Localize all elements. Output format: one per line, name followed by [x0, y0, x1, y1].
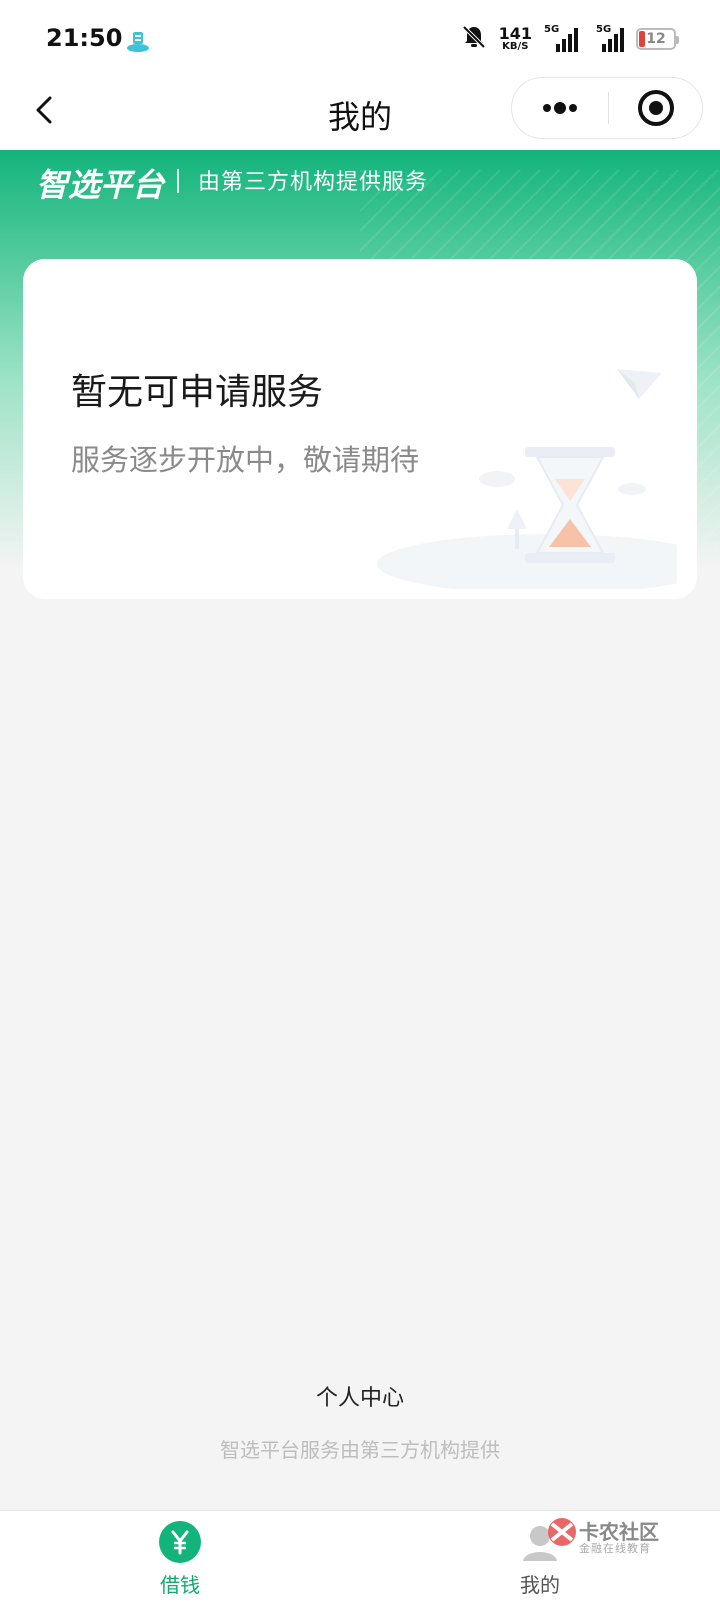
footer-title: 个人中心 — [315, 1386, 404, 1411]
network-speed-value: 141 — [498, 24, 532, 43]
yen-circle-icon — [159, 1521, 201, 1563]
nav-bar: 我的 — [0, 74, 720, 150]
hourglass-illustration-icon — [377, 369, 677, 589]
signal-icon-2: 5G — [590, 24, 624, 54]
status-time: 21:50 — [46, 24, 123, 52]
watermark-tagline: 金融在线教育 — [579, 1542, 651, 1555]
brand-subtitle: 由第三方机构提供服务 — [198, 170, 429, 195]
more-button[interactable] — [512, 78, 608, 138]
miniprogram-capsule — [511, 77, 703, 139]
network-speed: 141 KB/S — [499, 26, 532, 52]
status-indicators: 141 KB/S 5G 5G 12 — [461, 22, 679, 56]
more-dots-icon — [543, 102, 577, 114]
tab-mine-label: 我的 — [520, 1573, 560, 1597]
app-notification-icon — [124, 26, 152, 54]
mute-bell-icon — [461, 24, 487, 54]
brand-divider — [177, 169, 179, 193]
close-miniprogram-button[interactable] — [609, 78, 703, 138]
empty-state-subtitle: 服务逐步开放中，敬请期待 — [71, 443, 420, 477]
network-speed-unit: KB/S — [502, 41, 529, 52]
brand-name: 智选平台 — [36, 166, 165, 204]
battery-level: 12 — [646, 31, 666, 47]
status-bar: 21:50 141 KB/S 5G 5G 12 — [0, 0, 720, 74]
empty-state-card: 暂无可申请服务 服务逐步开放中，敬请期待 — [23, 259, 697, 599]
target-close-icon — [638, 90, 674, 126]
signal-icon-1: 5G — [544, 24, 578, 54]
tab-loan-label: 借钱 — [160, 1573, 200, 1597]
empty-state-title: 暂无可申请服务 — [71, 372, 324, 413]
footer-disclaimer: 智选平台服务由第三方机构提供 — [220, 1438, 500, 1462]
tab-loan[interactable]: 借钱 — [90, 1511, 270, 1605]
battery-icon: 12 — [636, 28, 679, 50]
